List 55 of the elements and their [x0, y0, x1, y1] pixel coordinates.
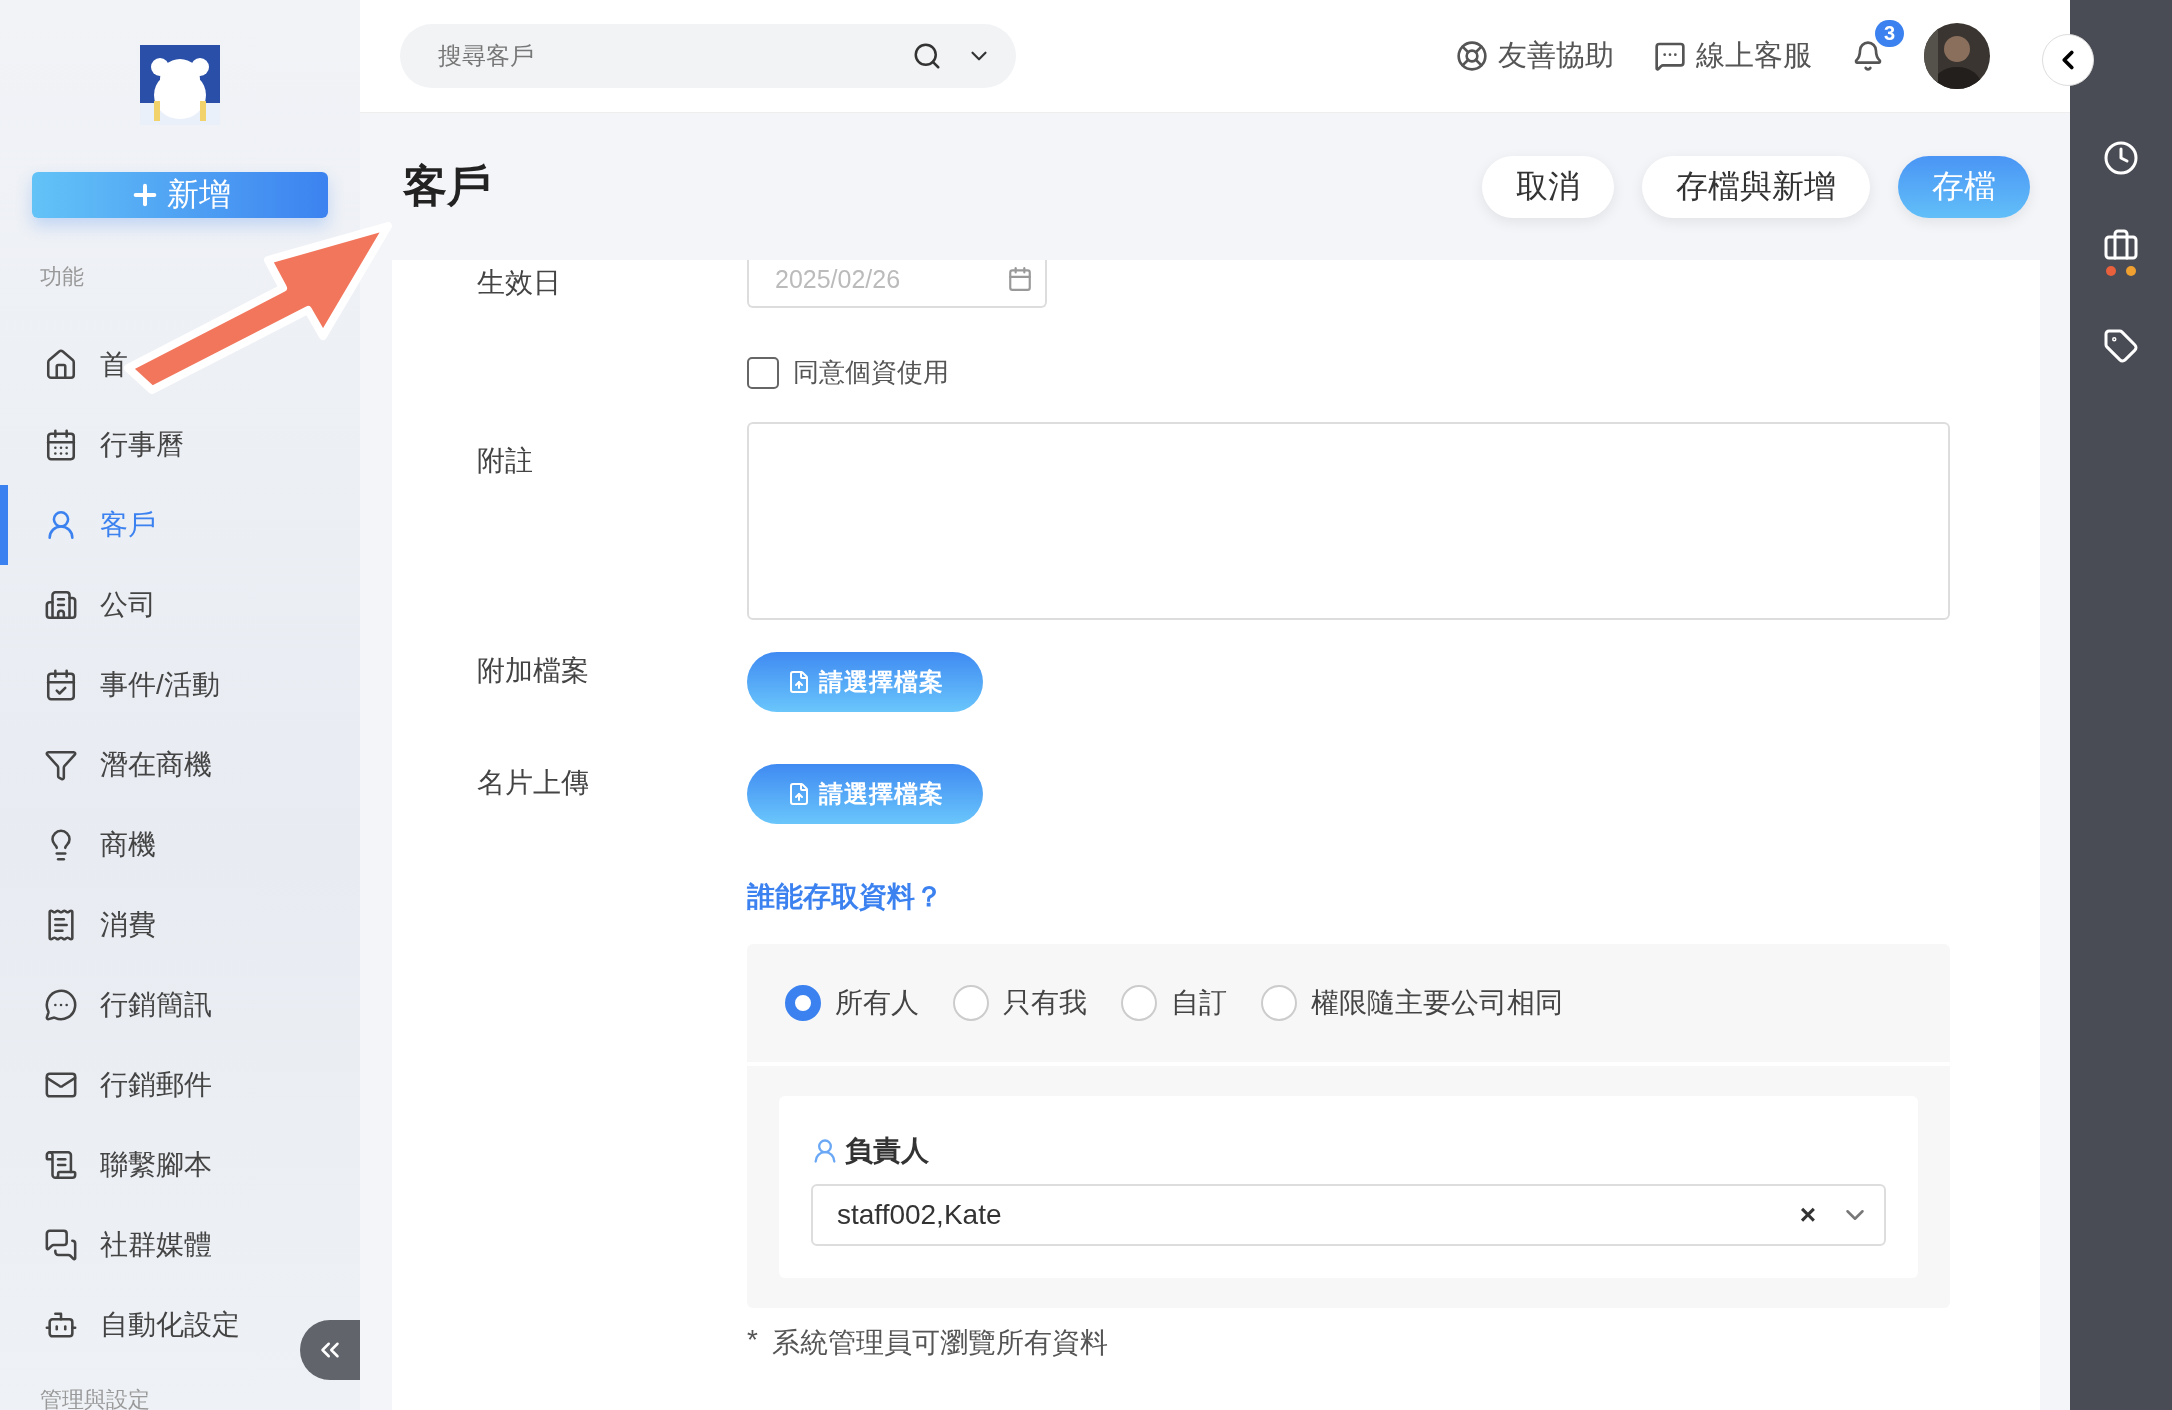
header-link[interactable]: 線上客服 [1654, 36, 1812, 76]
date-field[interactable]: 2025/02/26 [747, 260, 1047, 308]
admin-note: * 系統管理員可瀏覽所有資料 [747, 1323, 1109, 1360]
section-heading: 管理與設定 [39, 1386, 151, 1410]
clear-button[interactable]: × [1799, 1199, 1816, 1231]
chat-bubbles-icon [44, 1228, 78, 1262]
radio-option[interactable]: 只有我 [953, 984, 1087, 1022]
search-field[interactable]: 搜尋客戶 [400, 24, 1016, 88]
section-heading: 功能 [39, 263, 85, 291]
bell-icon[interactable] [1852, 40, 1884, 72]
lifebuoy-icon [1456, 40, 1488, 72]
nav-item[interactable]: 公司 [0, 565, 290, 645]
briefcase-icon[interactable] [2103, 228, 2139, 276]
nav-item[interactable]: 消費 [0, 885, 290, 965]
notification-badge: 3 [1874, 20, 1904, 47]
collapse-button[interactable] [300, 1320, 360, 1380]
home-icon [44, 348, 78, 382]
clock-icon[interactable] [2103, 140, 2139, 176]
nav-item[interactable]: 事件/活動 [0, 645, 290, 725]
nav-item[interactable]: 首 [0, 325, 290, 405]
search-input[interactable]: 搜尋客戶 [436, 41, 888, 71]
nav-item[interactable]: 行事曆 [0, 405, 290, 485]
owner-select[interactable]: staff002,Kate × [811, 1184, 1886, 1246]
building-icon [44, 588, 78, 622]
nav-item[interactable]: 自動化設定 [0, 1285, 290, 1365]
action-button[interactable]: 存檔與新增 [1642, 155, 1870, 218]
header-link[interactable]: 友善協助 [1456, 36, 1614, 76]
calendar-icon [44, 428, 78, 462]
note-field[interactable] [747, 422, 1950, 620]
nav-item[interactable]: 社群媒體 [0, 1205, 290, 1285]
calendar-icon [1007, 266, 1033, 292]
radio-option[interactable]: 所有人 [785, 984, 919, 1022]
radio-option[interactable]: 權限隨主要公司相同 [1261, 984, 1563, 1022]
nav-item[interactable]: 行銷簡訊 [0, 965, 290, 1045]
nav-item[interactable]: 行銷郵件 [0, 1045, 290, 1125]
tag-icon[interactable] [2103, 328, 2139, 364]
chat-icon [1654, 40, 1686, 72]
search-icon [912, 41, 942, 71]
radio-option[interactable]: 自訂 [1121, 984, 1227, 1022]
page-title: 客戶 [403, 160, 492, 212]
scroll-icon [44, 1148, 78, 1182]
field-label: 生效日 [476, 266, 562, 300]
nav-item[interactable]: 商機 [0, 805, 290, 885]
nav-item[interactable]: 潛在商機 [0, 725, 290, 805]
nav-item[interactable]: 聯繫腳本 [0, 1125, 290, 1205]
funnel-icon [44, 748, 78, 782]
consent-checkbox[interactable]: 同意個資使用 [747, 355, 1950, 390]
action-button[interactable]: 取消 [1482, 155, 1614, 218]
chat-bubble-icon [44, 988, 78, 1022]
field-label: 名片上傳 [476, 766, 590, 800]
field-label: 附加檔案 [476, 654, 590, 688]
field-label: 附註 [476, 444, 534, 478]
calendar-check-icon [44, 668, 78, 702]
access-link[interactable]: 誰能存取資料？ [747, 878, 1950, 916]
field-label: 負責人 [845, 1134, 929, 1168]
